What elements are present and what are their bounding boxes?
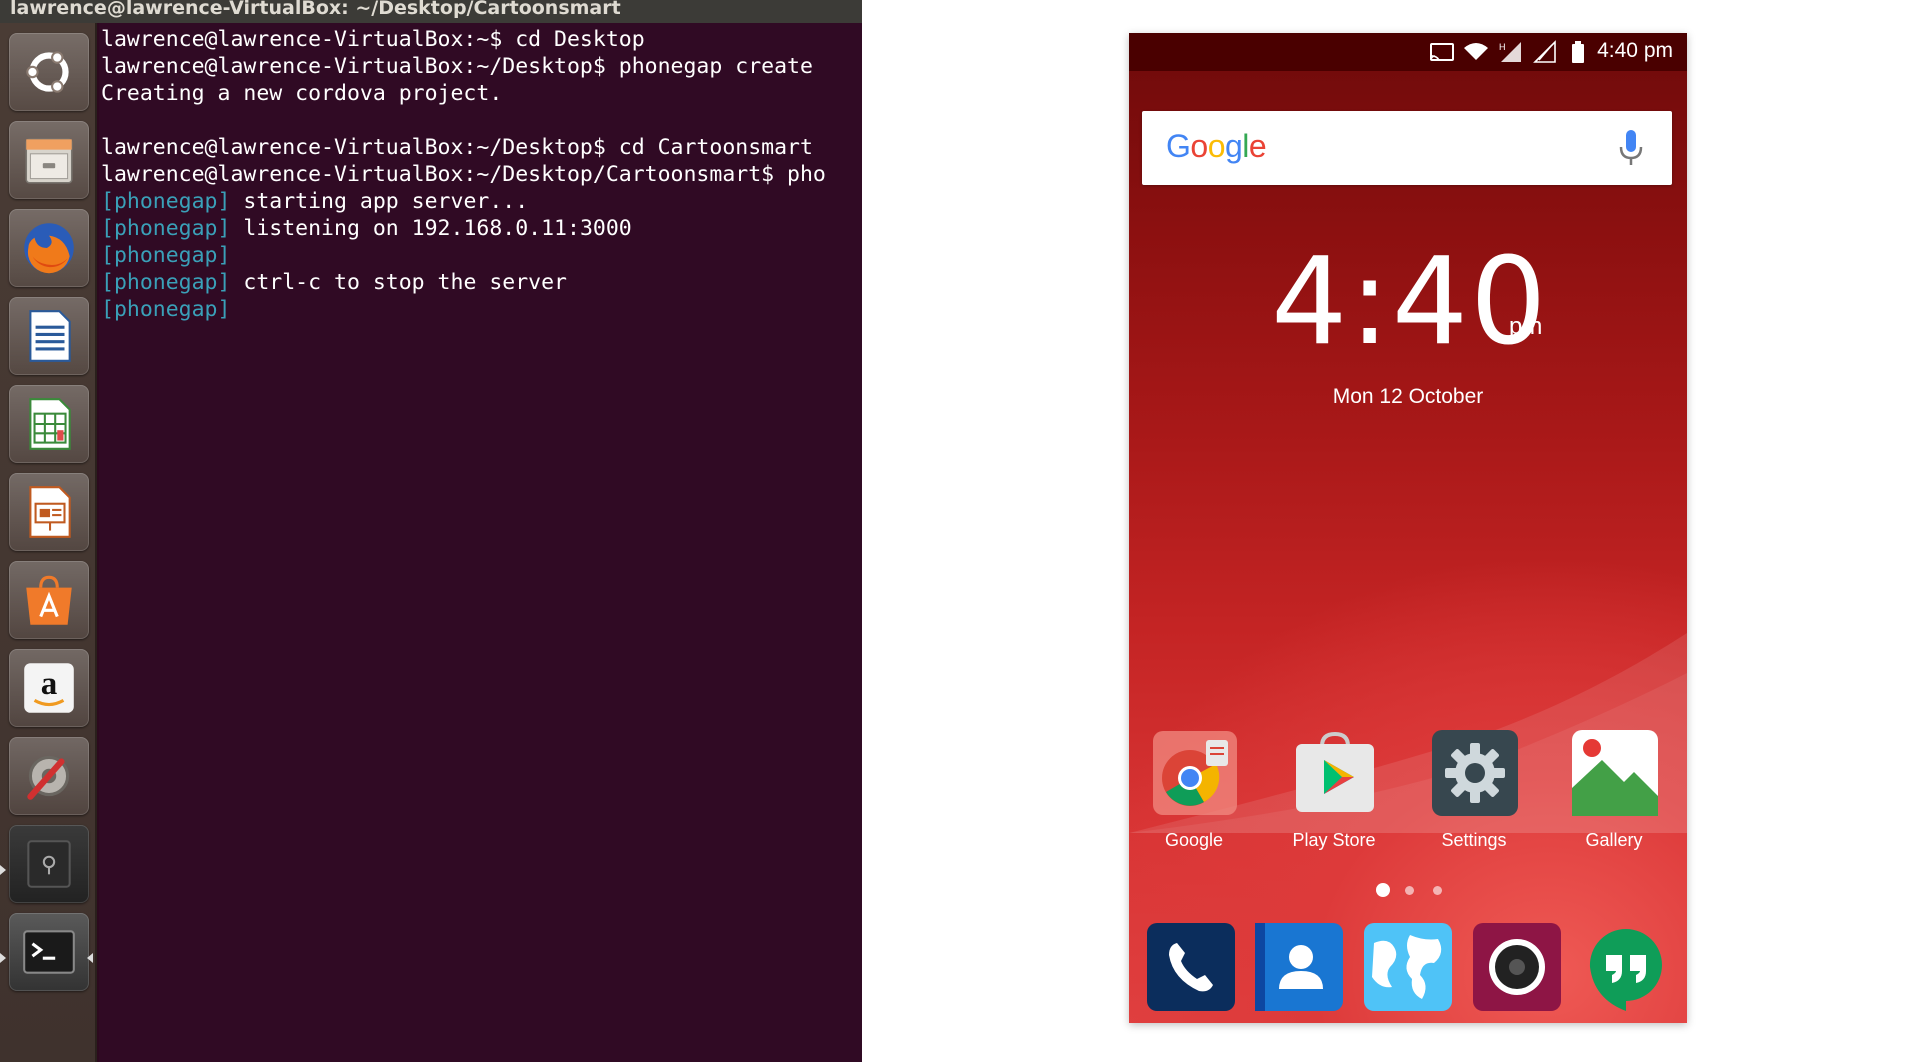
app-label: Play Store [1292,830,1376,850]
terminal-icon [23,930,75,974]
phone-icon[interactable] [1147,923,1235,1011]
terminal-line: [phonegap] [101,297,231,322]
status-bar-time: 4:40 pm [1597,39,1673,62]
clock-widget[interactable]: 4:40 pm [1129,233,1687,372]
chrome-icon [1153,731,1237,815]
window-title-bar[interactable]: lawrence@lawrence-VirtualBox: ~/Desktop/… [0,0,862,23]
launcher-settings-button[interactable] [9,737,89,815]
svg-text:a: a [41,666,58,702]
launcher-files-button[interactable] [9,121,89,199]
status-icons: H [1429,40,1591,64]
page-dot[interactable] [1433,886,1442,895]
firefox-icon [24,223,74,274]
google-search-bar[interactable]: Google [1142,111,1672,185]
launcher-disk-button[interactable] [9,825,89,903]
page-dot-active[interactable] [1376,883,1390,897]
browser-globe-icon[interactable] [1364,923,1452,1011]
google-logo-letter: l [1242,128,1249,164]
google-logo-letter: e [1248,128,1267,164]
google-logo-letter: g [1224,128,1243,164]
google-logo-letter: o [1190,128,1208,164]
terminal-line: [phonegap] starting app server... [101,189,529,214]
cast-icon [1430,43,1454,61]
launcher-active-pip [87,953,93,963]
status-bar: H 4:40 pm [1129,33,1687,71]
google-logo-letter: o [1207,128,1226,164]
app-label: Google [1164,830,1224,850]
libreoffice-writer-icon [29,310,71,362]
wifi-icon [1464,43,1488,60]
app-gallery[interactable]: Gallery [1559,730,1669,850]
cellular-signal-icon: H [1499,42,1521,62]
contacts-icon[interactable] [1255,923,1343,1011]
clock-time: 4:40 [1271,233,1549,372]
launcher-software-center-button[interactable] [9,561,89,639]
terminal-line: [phonegap] listening on 192.168.0.11:300… [101,216,632,241]
libreoffice-calc-icon [29,398,71,450]
launcher-amazon-button[interactable]: a [9,649,89,727]
launcher-running-pip [0,865,6,875]
app-label: Settings [1441,830,1507,850]
google-logo: Google [1166,128,1267,165]
gallery-icon [1572,730,1658,816]
launcher-impress-button[interactable] [9,473,89,551]
terminal-window[interactable]: lawrence@lawrence-VirtualBox:~$ cd Deskt… [99,23,862,1062]
hangouts-icon[interactable] [1582,923,1670,1011]
ubuntu-desktop: lawrence@lawrence-VirtualBox: ~/Desktop/… [0,0,862,1062]
play-store-icon [1296,731,1374,812]
launcher-dash-button[interactable] [9,33,89,111]
unity-launcher: a [0,23,97,1062]
settings-gear-icon [1432,730,1518,816]
clock-ampm: pm [1509,313,1543,340]
terminal-line: lawrence@lawrence-VirtualBox:~/Desktop/C… [101,162,826,187]
ubuntu-dash-icon [26,51,69,93]
terminal-line: [phonegap] ctrl-c to stop the server [101,270,567,295]
system-settings-icon [27,755,70,800]
terminal-line: Creating a new cordova project. [101,81,503,106]
launcher-writer-button[interactable] [9,297,89,375]
launcher-calc-button[interactable] [9,385,89,463]
app-label: Gallery [1585,830,1643,850]
app-google[interactable]: Google [1139,730,1249,850]
microphone-icon[interactable] [1618,129,1644,167]
clock-date: Mon 12 October [1332,385,1484,408]
libreoffice-impress-icon [29,486,71,538]
launcher-firefox-button[interactable] [9,209,89,287]
amazon-icon: a [24,663,74,713]
app-settings[interactable]: Settings [1419,730,1529,850]
camera-icon[interactable] [1473,923,1561,1011]
disk-icon [27,840,71,888]
battery-icon [1572,41,1584,63]
android-phone-screen[interactable]: H 4:40 pm Google 4:40 pm Mon 12 October [1129,33,1687,1023]
terminal-line: lawrence@lawrence-VirtualBox:~/Desktop$ … [101,135,813,160]
terminal-line: [phonegap] [101,243,231,268]
page-dot[interactable] [1405,886,1414,895]
terminal-line: lawrence@lawrence-VirtualBox:~$ cd Deskt… [101,27,645,52]
page-indicator [1129,883,1687,897]
terminal-line: lawrence@lawrence-VirtualBox:~/Desktop$ … [101,54,813,79]
app-play-store[interactable]: Play Store [1279,730,1389,850]
svg-text:H: H [1499,42,1506,52]
sim-signal-icon [1533,40,1556,63]
launcher-terminal-button[interactable] [9,913,89,991]
launcher-running-pip [0,953,6,963]
software-center-icon [26,575,72,625]
files-icon [25,138,73,184]
google-logo-letter: G [1166,128,1191,164]
